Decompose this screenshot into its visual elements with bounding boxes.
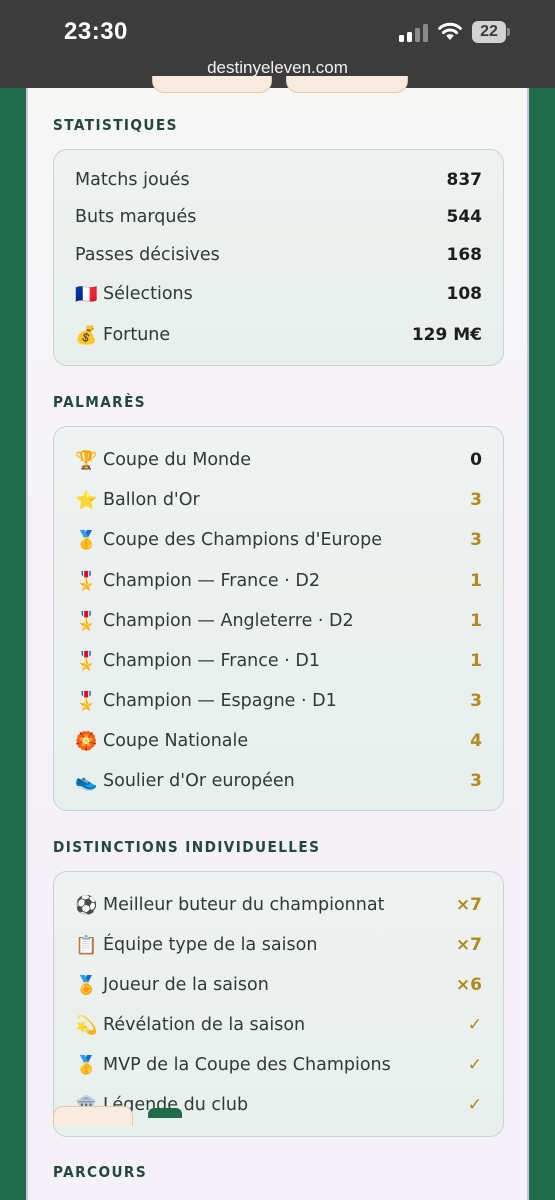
url-bar[interactable]: destinyeleven.com bbox=[0, 58, 555, 78]
trophy-count: 0 bbox=[470, 450, 482, 470]
clipboard-icon: 📋 bbox=[75, 934, 98, 956]
award-label: Révélation de la saison bbox=[103, 1015, 306, 1035]
award-check: ✓ bbox=[467, 1055, 482, 1075]
award-row: 📋 Équipe type de la saison ×7 bbox=[75, 930, 482, 960]
award-row: ⚽ Meilleur buteur du championnat ×7 bbox=[75, 890, 482, 920]
wifi-icon bbox=[438, 22, 462, 40]
trophy-label: Ballon d'Or bbox=[103, 490, 200, 510]
award-row: 💫 Révélation de la saison ✓ bbox=[75, 1010, 482, 1040]
trophy-count: 3 bbox=[470, 530, 482, 550]
military-medal-icon: 🎖️ bbox=[75, 570, 98, 592]
distinctions-heading: DISTINCTIONS INDIVIDUELLES bbox=[53, 838, 321, 856]
trophy-label: Coupe du Monde bbox=[103, 450, 251, 470]
trophy-count: 3 bbox=[470, 691, 482, 711]
trophy-label: Champion — Angleterre · D2 bbox=[103, 611, 354, 631]
battery-icon: 22 bbox=[472, 21, 510, 43]
money-bag-icon: 💰 bbox=[75, 324, 98, 346]
status-time: 23:30 bbox=[64, 18, 128, 45]
france-flag-icon: 🇫🇷 bbox=[75, 283, 98, 305]
trophy-row: 🎖️ Champion — France · D1 1 bbox=[75, 646, 482, 676]
stat-value: 108 bbox=[446, 284, 483, 304]
award-check: ✓ bbox=[467, 1015, 482, 1035]
award-label: MVP de la Coupe des Champions bbox=[103, 1055, 391, 1075]
stat-row: 💰 Fortune 129 M€ bbox=[75, 320, 482, 350]
trophy-label: Coupe Nationale bbox=[103, 731, 249, 751]
gold-medal-icon: 🥇 bbox=[75, 529, 98, 551]
gold-medal-icon: 🥇 bbox=[75, 1054, 98, 1076]
trophy-row: 🏵️ Coupe Nationale 4 bbox=[75, 726, 482, 756]
statistiques-panel: Matchs joués 837 Buts marqués 544 Passes… bbox=[53, 149, 504, 366]
stat-row: 🇫🇷 Sélections 108 bbox=[75, 279, 482, 309]
player-profile-page: STATISTIQUES Matchs joués 837 Buts marqu… bbox=[26, 76, 529, 1200]
top-button-left[interactable] bbox=[152, 76, 272, 93]
stat-label: Matchs joués bbox=[75, 170, 190, 190]
award-count: ×6 bbox=[455, 975, 482, 995]
cellular-signal-icon bbox=[399, 24, 429, 42]
stat-row: Matchs joués 837 bbox=[75, 165, 482, 195]
trophy-icon: 🏆 bbox=[75, 449, 98, 471]
battery-level: 22 bbox=[472, 21, 506, 43]
trophy-row: ⭐ Ballon d'Or 3 bbox=[75, 485, 482, 515]
stat-value: 129 M€ bbox=[411, 325, 482, 345]
top-button-right[interactable] bbox=[286, 76, 408, 93]
award-label: Équipe type de la saison bbox=[103, 935, 318, 955]
palmares-panel: 🏆 Coupe du Monde 0 ⭐ Ballon d'Or 3 🥇 Coupe … bbox=[53, 426, 504, 811]
soccer-ball-icon: ⚽ bbox=[75, 894, 98, 916]
distinctions-panel: ⚽ Meilleur buteur du championnat ×7 📋 Équi… bbox=[53, 871, 504, 1137]
parcours-tag bbox=[148, 1108, 182, 1118]
award-row: 🏛️ Légende du club ✓ bbox=[75, 1090, 482, 1120]
stat-row: Buts marqués 544 bbox=[75, 202, 482, 232]
statistiques-heading: STATISTIQUES bbox=[53, 116, 178, 134]
trophy-label: Champion — Espagne · D1 bbox=[103, 691, 337, 711]
trophy-label: Soulier d'Or européen bbox=[103, 771, 295, 791]
stat-label: Fortune bbox=[103, 325, 171, 345]
trophy-row: 👟 Soulier d'Or européen 3 bbox=[75, 766, 482, 796]
stat-value: 168 bbox=[446, 245, 483, 265]
parcours-heading: PARCOURS bbox=[53, 1163, 148, 1181]
trophy-row: 🎖️ Champion — Angleterre · D2 1 bbox=[75, 606, 482, 636]
trophy-label: Coupe des Champions d'Europe bbox=[103, 530, 383, 550]
trophy-count: 1 bbox=[470, 571, 482, 591]
trophy-count: 1 bbox=[470, 651, 482, 671]
trophy-count: 1 bbox=[470, 611, 482, 631]
trophy-label: Champion — France · D1 bbox=[103, 651, 320, 671]
trophy-row: 🏆 Coupe du Monde 0 bbox=[75, 445, 482, 475]
rosette-icon: 🏵️ bbox=[75, 730, 98, 752]
status-bar: 23:30 22 destinyeleven.com bbox=[0, 0, 555, 88]
stat-label: Sélections bbox=[103, 284, 193, 304]
award-check: ✓ bbox=[467, 1095, 482, 1115]
award-count: ×7 bbox=[455, 895, 482, 915]
award-row: 🏅 Joueur de la saison ×6 bbox=[75, 970, 482, 1000]
stat-value: 544 bbox=[446, 207, 483, 227]
stat-row: Passes décisives 168 bbox=[75, 240, 482, 270]
stat-label: Passes décisives bbox=[75, 245, 220, 265]
sports-medal-icon: 🏅 bbox=[75, 974, 98, 996]
military-medal-icon: 🎖️ bbox=[75, 650, 98, 672]
boot-icon: 👟 bbox=[75, 770, 98, 792]
stat-label: Buts marqués bbox=[75, 207, 197, 227]
award-label: Meilleur buteur du championnat bbox=[103, 895, 385, 915]
trophy-row: 🎖️ Champion — Espagne · D1 3 bbox=[75, 686, 482, 716]
military-medal-icon: 🎖️ bbox=[75, 610, 98, 632]
trophy-count: 3 bbox=[470, 490, 482, 510]
military-medal-icon: 🎖️ bbox=[75, 690, 98, 712]
dizzy-star-icon: 💫 bbox=[75, 1014, 98, 1036]
trophy-count: 4 bbox=[470, 731, 482, 751]
award-count: ×7 bbox=[455, 935, 482, 955]
star-icon: ⭐ bbox=[75, 489, 98, 511]
trophy-count: 3 bbox=[470, 771, 482, 791]
award-label: Joueur de la saison bbox=[103, 975, 269, 995]
parcours-card[interactable] bbox=[53, 1106, 133, 1126]
trophy-label: Champion — France · D2 bbox=[103, 571, 320, 591]
award-row: 🥇 MVP de la Coupe des Champions ✓ bbox=[75, 1050, 482, 1080]
trophy-row: 🥇 Coupe des Champions d'Europe 3 bbox=[75, 525, 482, 555]
palmares-heading: PALMARÈS bbox=[53, 393, 147, 411]
stat-value: 837 bbox=[446, 170, 483, 190]
trophy-row: 🎖️ Champion — France · D2 1 bbox=[75, 566, 482, 596]
